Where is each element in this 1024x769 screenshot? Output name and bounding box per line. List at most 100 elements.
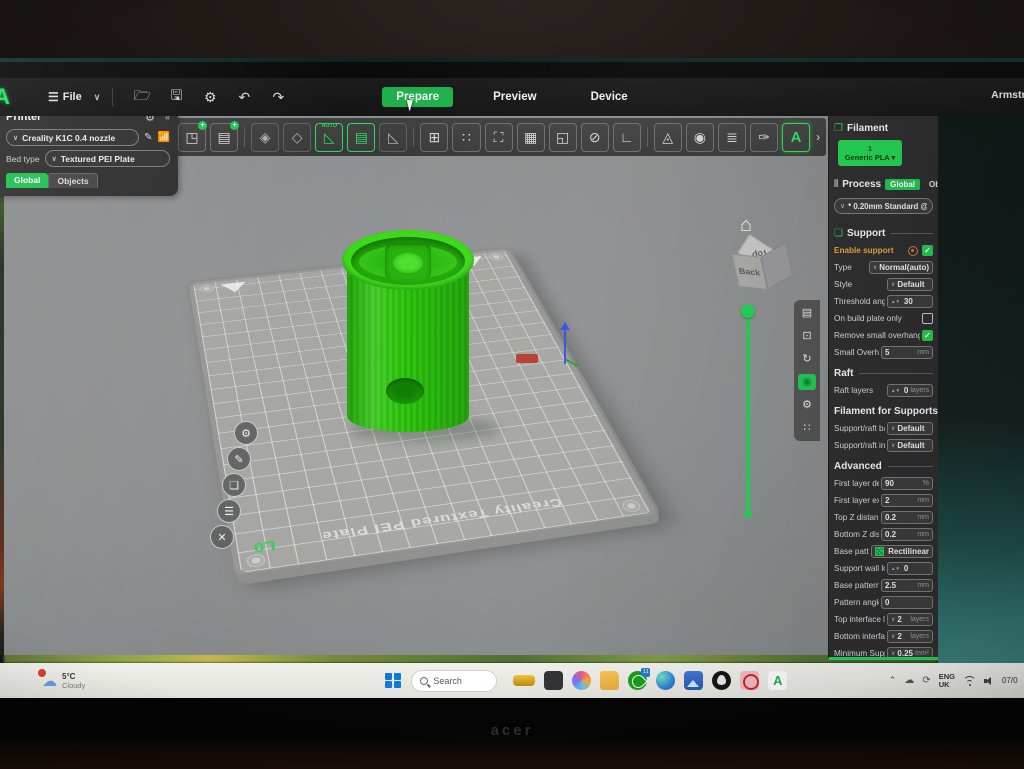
color-paint-button[interactable]: ✑ xyxy=(750,123,778,152)
gear-icon[interactable]: ⚙ xyxy=(798,397,816,413)
settings-gear-button[interactable]: ⚙ xyxy=(193,89,227,106)
pattern-angle-input[interactable]: 0 xyxy=(881,596,933,609)
slider-handle[interactable] xyxy=(741,304,755,318)
stepper-arrows-icon[interactable]: ▲▼ xyxy=(891,300,900,304)
enable-support-checkbox[interactable]: ✓ xyxy=(922,245,933,256)
text-tool-button[interactable]: A xyxy=(782,123,810,152)
small-overhang-input[interactable]: 5 mm xyxy=(881,346,933,359)
lay-on-face-button[interactable]: ◺ xyxy=(379,123,407,152)
edit-printer-icon[interactable]: ✎ xyxy=(144,132,152,143)
weather-widget[interactable]: ☁ 5°C Cloudy xyxy=(42,672,85,690)
mesh-edit-button[interactable]: ⊘ xyxy=(581,123,609,152)
tab-prepare[interactable]: Prepare xyxy=(382,87,453,107)
object-settings-button[interactable]: ⚙ xyxy=(234,421,258,445)
model-cylinder[interactable] xyxy=(342,230,474,440)
tab-global[interactable]: Global xyxy=(6,173,48,188)
file-explorer-icon[interactable] xyxy=(600,671,619,690)
base-pattern-spacing-input[interactable]: 2.5 mm xyxy=(881,579,933,592)
support-wall-loops-stepper[interactable]: ▲▼ 0 xyxy=(887,562,933,575)
min-support-contact-select[interactable]: ∨ 0.25 mm² xyxy=(887,647,933,660)
volume-icon[interactable] xyxy=(984,676,994,686)
plate-frame-icon[interactable]: ⊡ xyxy=(798,328,816,344)
taskbar-search[interactable]: Search xyxy=(411,670,497,692)
arrange-plate-button[interactable]: ◇ xyxy=(283,123,311,152)
tab-device[interactable]: Device xyxy=(577,87,642,107)
slicer-app-icon[interactable]: A xyxy=(768,671,787,690)
support-type-select[interactable]: ∨ Normal(auto) xyxy=(869,261,933,274)
undo-button[interactable]: ↶ xyxy=(227,89,261,106)
top-z-distance-input[interactable]: 0.2 mm xyxy=(881,511,933,524)
split-parts-button[interactable]: ∷ xyxy=(452,123,480,152)
xbox-app-icon[interactable]: 11 xyxy=(628,671,647,690)
printer-select[interactable]: ∨ Creality K1C 0.4 nozzle xyxy=(6,129,139,146)
language-indicator[interactable]: ENG UK xyxy=(939,673,955,689)
apps-grid-icon[interactable]: ∷ xyxy=(798,420,816,436)
expand-more-icon[interactable]: › xyxy=(816,130,820,144)
raft-layers-stepper[interactable]: ▲▼ 0 layers xyxy=(887,384,933,397)
photos-app-icon[interactable] xyxy=(572,671,591,690)
tray-sync-icon[interactable]: ⟳ xyxy=(922,675,930,686)
on-build-plate-checkbox[interactable] xyxy=(922,313,933,324)
layer-height-button[interactable]: ≣ xyxy=(718,123,746,152)
filament-slot[interactable]: 1 Generic PLA ▾ xyxy=(838,140,902,166)
base-pattern-select[interactable]: Rectilinear xyxy=(871,545,933,558)
car-game-app-icon[interactable] xyxy=(513,675,535,686)
wifi-icon[interactable] xyxy=(963,676,976,686)
process-preset-select[interactable]: ∨ * 0.20mm Standard @Creality K1C 0.4 no… xyxy=(834,198,933,214)
user-account-label[interactable]: Armstro xyxy=(991,89,1024,101)
start-button[interactable] xyxy=(385,673,401,689)
measure-button[interactable]: ∟ xyxy=(613,123,641,152)
redo-button[interactable]: ↷ xyxy=(261,89,295,106)
edge-browser-icon[interactable] xyxy=(656,671,675,690)
stepper-arrows-icon[interactable]: ▲▼ xyxy=(891,567,900,571)
assemble-button[interactable]: ▦ xyxy=(517,123,545,152)
reset-icon[interactable] xyxy=(908,246,918,256)
process-tab-global[interactable]: Global xyxy=(885,179,920,190)
lamp-icon[interactable]: ◉ xyxy=(798,374,816,390)
wifi-icon[interactable]: 📶 xyxy=(158,132,170,143)
threshold-angle-stepper[interactable]: ▲▼ 30 xyxy=(887,295,933,308)
tray-expand-icon[interactable]: ⌃ xyxy=(889,675,897,686)
layer-slider[interactable] xyxy=(746,308,750,514)
scale-button[interactable]: ⛶ xyxy=(485,123,513,152)
bottom-z-distance-input[interactable]: 0.2 mm xyxy=(881,528,933,541)
bottom-interface-layers-select[interactable]: ∨ 2 layers xyxy=(887,630,933,643)
object-delete-button[interactable]: ✕ xyxy=(210,525,234,549)
save-button[interactable]: 🖫 xyxy=(159,85,193,109)
top-interface-layers-select[interactable]: ∨ 2 layers xyxy=(887,613,933,626)
process-tab-objects[interactable]: Objects xyxy=(924,179,938,190)
stepper-arrows-icon[interactable]: ▲▼ xyxy=(891,389,900,393)
open-folder-button[interactable]: 🗁 xyxy=(125,85,159,109)
first-layer-expansion-input[interactable]: 2 mm xyxy=(881,494,933,507)
arrange-all-button[interactable]: ◈ xyxy=(251,123,279,152)
history-icon[interactable]: ↻ xyxy=(798,351,816,367)
object-clone-button[interactable]: ❏ xyxy=(222,473,246,497)
remove-overhangs-checkbox[interactable]: ✓ xyxy=(922,330,933,341)
tray-date[interactable]: 07/0 xyxy=(1002,676,1022,685)
alienware-app-icon[interactable] xyxy=(712,671,731,690)
file-menu[interactable]: ☰ File ∨ xyxy=(48,90,100,104)
support-raft-base-select[interactable]: ∨ Default xyxy=(887,422,933,435)
support-style-select[interactable]: ∨ Default xyxy=(887,278,933,291)
recording-app-icon[interactable] xyxy=(740,671,759,690)
gallery-app-icon[interactable] xyxy=(684,671,703,690)
object-edit-button[interactable]: ✎ xyxy=(227,447,251,471)
fill-plate-button[interactable]: ▤ xyxy=(347,123,375,152)
bed-type-select[interactable]: ∨ Textured PEI Plate xyxy=(45,150,170,167)
tray-app-icon[interactable]: ☁ xyxy=(904,675,914,686)
seam-paint-button[interactable]: ◉ xyxy=(686,123,714,152)
add-plate-button[interactable]: ▤+ xyxy=(210,123,238,152)
first-layer-density-input[interactable]: 90 % xyxy=(881,477,933,490)
boolean-button[interactable]: ◱ xyxy=(549,123,577,152)
object-list-button[interactable]: ☰ xyxy=(217,499,241,523)
printer-view-icon[interactable]: ▤ xyxy=(798,305,816,321)
support-raft-iface-select[interactable]: ∨ Default xyxy=(887,439,933,452)
auto-orient-button[interactable]: AUTO◺ xyxy=(315,123,343,152)
dark-app-icon[interactable] xyxy=(544,671,563,690)
support-paint-button[interactable]: ◬ xyxy=(654,123,682,152)
orientation-cube[interactable]: Top Back xyxy=(726,226,798,299)
tab-preview[interactable]: Preview xyxy=(479,87,550,107)
tab-objects[interactable]: Objects xyxy=(48,173,97,188)
add-model-button[interactable]: ◳+ xyxy=(178,123,206,152)
split-objects-button[interactable]: ⊞ xyxy=(420,123,448,152)
